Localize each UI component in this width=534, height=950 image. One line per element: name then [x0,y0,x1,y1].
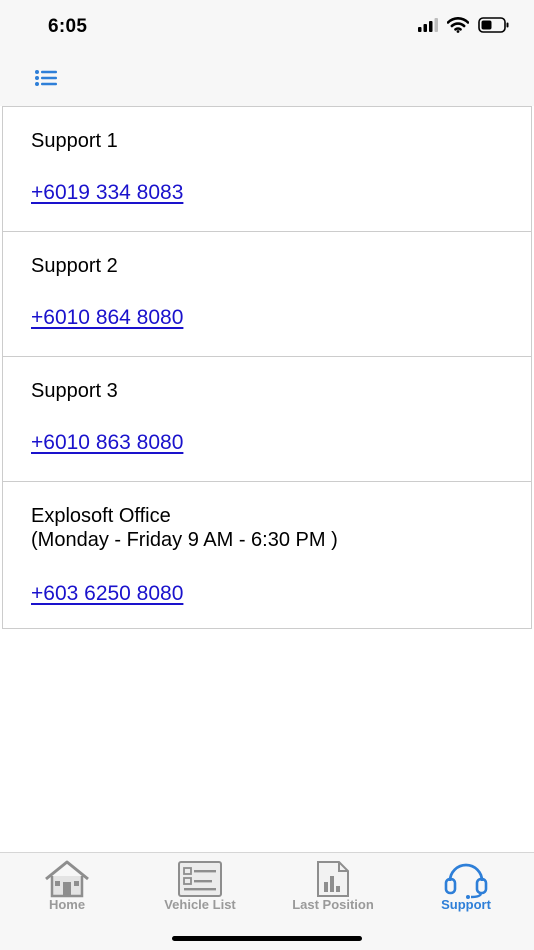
contact-card-office: Explosoft Office (Monday - Friday 9 AM -… [2,481,532,629]
signal-icon [418,18,438,37]
contact-title: Support 3 [31,380,118,402]
status-bar: 6:05 [0,0,534,56]
contact-title: Explosoft Office [31,505,171,527]
status-time: 6:05 [48,16,88,37]
phone-link[interactable]: +6019 334 8083 [31,181,183,205]
phone-link[interactable]: +6010 863 8080 [31,431,183,455]
home-icon [7,859,127,899]
contact-card-support-3: Support 3 +6010 863 8080 [2,356,532,481]
wifi-icon [446,17,470,38]
office-hours: (Monday - Friday 9 AM - 6:30 PM ) [31,529,338,551]
tab-label: Support [441,897,491,912]
home-indicator [172,936,362,941]
tab-home[interactable]: Home [7,859,127,912]
contact-card-support-1: Support 1 +6019 334 8083 [2,106,532,231]
contact-card-support-2: Support 2 +6010 864 8080 [2,231,532,356]
support-contact-list: Support 1 +6019 334 8083 Support 2 +6010… [2,106,532,629]
battery-icon [478,17,510,38]
checklist-icon [140,859,260,899]
tab-vehicle-list[interactable]: Vehicle List [140,859,260,912]
status-icons [418,17,510,38]
list-menu-icon[interactable] [32,66,60,90]
nav-bar [0,56,534,106]
contact-title: Support 2 [31,255,118,277]
tab-last-position[interactable]: Last Position [273,859,393,912]
phone-link[interactable]: +6010 864 8080 [31,306,183,330]
phone-link[interactable]: +603 6250 8080 [31,582,183,606]
tab-label: Vehicle List [164,897,236,912]
tab-support[interactable]: Support [406,859,526,912]
tab-label: Last Position [292,897,374,912]
tab-label: Home [48,897,86,912]
contact-title: Support 1 [31,130,118,152]
headset-icon [406,859,526,899]
report-chart-icon [273,859,393,899]
